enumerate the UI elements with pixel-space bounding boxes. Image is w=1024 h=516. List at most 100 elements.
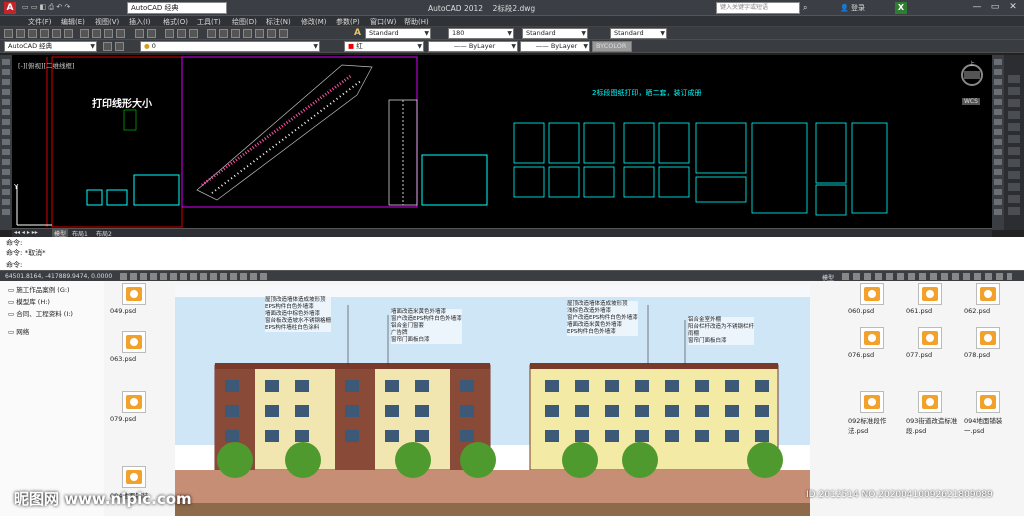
menu-format[interactable]: 格式(O) xyxy=(163,17,188,27)
sheet-set-icon[interactable] xyxy=(243,29,252,38)
close-icon[interactable]: ✕ xyxy=(1004,1,1022,14)
properties-icon[interactable] xyxy=(207,29,216,38)
nav-item-network[interactable]: ▭ 网络 xyxy=(8,326,29,336)
command-window[interactable]: 命令: 命令: *取消* 命令: xyxy=(0,237,1024,270)
image-preview[interactable]: 屋顶改造墙体造成坡形顶 EPS构件白色外墙漆 墙面改造中棕色外墙漆 窗台板改造坡水不锈… xyxy=(175,285,810,516)
psd-file-icon xyxy=(860,283,884,305)
layer-select[interactable]: ● 0 ▼ xyxy=(140,41,320,52)
psd-file-icon xyxy=(918,391,942,413)
view-tools-icons[interactable] xyxy=(1008,75,1020,215)
tab-nav-arrows[interactable]: ◂◂ ◂ ▸ ▸▸ xyxy=(14,229,38,236)
minimize-icon[interactable]: — xyxy=(968,1,986,14)
pan-icon[interactable] xyxy=(165,29,174,38)
table-style-value: Standard xyxy=(614,29,644,37)
file-item[interactable]: 076.psd xyxy=(848,327,900,359)
ucs-y-label: Y xyxy=(14,183,19,191)
menu-draw[interactable]: 绘图(D) xyxy=(232,17,257,27)
file-item[interactable]: 049.psd xyxy=(110,283,162,315)
paste-icon[interactable] xyxy=(104,29,113,38)
dim-value-select[interactable]: 180 ▼ xyxy=(448,28,514,39)
menu-dimension[interactable]: 标注(N) xyxy=(266,17,291,27)
layer-value: 0 xyxy=(151,42,156,50)
linetype-select[interactable]: —— ByLayer ▼ xyxy=(428,41,518,52)
workspace-combo[interactable]: AutoCAD 经典 ▼ xyxy=(4,41,97,52)
modify-tools-icons[interactable] xyxy=(994,59,1002,219)
binoculars-icon[interactable]: ⌕ xyxy=(803,3,807,13)
draw-tools-icons[interactable] xyxy=(2,59,10,219)
markup-icon[interactable] xyxy=(255,29,264,38)
help-icon[interactable] xyxy=(279,29,288,38)
menu-view[interactable]: 视图(V) xyxy=(95,17,119,27)
modify-toolbar xyxy=(992,55,1004,230)
menu-parametric[interactable]: 参数(P) xyxy=(336,17,360,27)
file-item[interactable]: 093街道改造标准段.psd xyxy=(906,391,958,435)
exchange-icon[interactable]: X xyxy=(895,2,907,14)
tool-palettes-icon[interactable] xyxy=(231,29,240,38)
drawing-svg xyxy=(16,56,983,228)
file-item[interactable]: 079.psd xyxy=(110,391,162,423)
login-button[interactable]: 👤 登录 xyxy=(840,3,865,13)
quick-access-toolbar[interactable]: ▭ ▭ ◧ ⎙ ↶ ↷ xyxy=(22,3,70,12)
dim-style-select[interactable]: Standard ▼ xyxy=(522,28,588,39)
publish-icon[interactable] xyxy=(64,29,73,38)
undo-icon[interactable] xyxy=(135,29,144,38)
file-item[interactable]: 077.psd xyxy=(906,327,958,359)
zoom-icon[interactable] xyxy=(177,29,186,38)
navigation-pane: ▭ 施工作品案例 (G:) ▭ 模型库 (H:) ▭ 合同、工程资料 (I:) … xyxy=(0,281,104,516)
search-input[interactable]: 键入关键字或短语 xyxy=(716,2,800,14)
file-item[interactable]: 092标准段作法.psd xyxy=(848,391,900,435)
file-item[interactable]: 094地面铺装一.psd xyxy=(964,391,1016,435)
psd-file-icon xyxy=(918,327,942,349)
autocad-logo-icon[interactable]: A xyxy=(4,2,16,14)
command-prompt[interactable]: 命令: xyxy=(6,260,22,270)
file-item[interactable]: 060.psd xyxy=(848,283,900,315)
viewcube-top[interactable]: 上 xyxy=(969,59,975,68)
menu-window[interactable]: 窗口(W) xyxy=(370,17,396,27)
zoom-previous-icon[interactable] xyxy=(189,29,198,38)
quickcalc-icon[interactable] xyxy=(267,29,276,38)
callouts-left: 屋顶改造墙体造成坡形顶 EPS构件白色外墙漆 墙面改造中棕色外墙漆 窗台板改造坡水不锈… xyxy=(265,297,332,332)
file-item[interactable]: 063.psd xyxy=(110,331,162,363)
copy-icon[interactable] xyxy=(92,29,101,38)
vertical-scrollbar[interactable] xyxy=(1004,55,1024,230)
cut-icon[interactable] xyxy=(80,29,89,38)
menu-file[interactable]: 文件(F) xyxy=(28,17,52,27)
new-icon[interactable] xyxy=(4,29,13,38)
file-item[interactable]: 078.psd xyxy=(964,327,1016,359)
file-explorer: ▭ 施工作品案例 (G:) ▭ 模型库 (H:) ▭ 合同、工程资料 (I:) … xyxy=(0,281,1024,516)
psd-file-icon xyxy=(122,331,146,353)
workspace-select[interactable]: AutoCAD 经典 xyxy=(127,2,227,14)
menu-tools[interactable]: 工具(T) xyxy=(197,17,221,27)
text-style-select[interactable]: Standard ▼ xyxy=(365,28,431,39)
menu-insert[interactable]: 插入(I) xyxy=(129,17,151,27)
layer-previous-icon[interactable] xyxy=(115,42,124,51)
lineweight-select[interactable]: —— ByLayer ▼ xyxy=(520,41,590,52)
nav-item-drive-i[interactable]: ▭ 合同、工程资料 (I:) xyxy=(8,308,73,318)
preview-icon[interactable] xyxy=(52,29,61,38)
file-item[interactable]: 061.psd xyxy=(906,283,958,315)
drawing-canvas[interactable]: [-][俯视][二维线框] 打印线形大小 2标段图纸打印，晒二套，装订成册 WC… xyxy=(12,55,992,228)
layer-manager-icon[interactable] xyxy=(103,42,112,51)
menu-help[interactable]: 帮助(H) xyxy=(404,17,429,27)
nav-item-drive-h[interactable]: ▭ 模型库 (H:) xyxy=(8,296,50,306)
menu-edit[interactable]: 编辑(E) xyxy=(61,17,85,27)
text-style-icon: A xyxy=(354,28,361,38)
status-bar: 64501.8164, -417889.9474, 0.0000 模型 xyxy=(0,270,1024,282)
menu-modify[interactable]: 修改(M) xyxy=(301,17,327,27)
drafting-toggles[interactable] xyxy=(120,273,270,280)
open-icon[interactable] xyxy=(16,29,25,38)
nav-item-drive-g[interactable]: ▭ 施工作品案例 (G:) xyxy=(8,284,70,294)
plotstyle-select[interactable]: BYCOLOR xyxy=(592,41,632,52)
file-item[interactable]: 062.psd xyxy=(964,283,1016,315)
maximize-icon[interactable]: ▭ xyxy=(986,1,1004,14)
save-icon[interactable] xyxy=(28,29,37,38)
print-icon[interactable] xyxy=(40,29,49,38)
viewport-label[interactable]: [-][俯视][二维线框] xyxy=(18,60,75,70)
design-center-icon[interactable] xyxy=(219,29,228,38)
match-properties-icon[interactable] xyxy=(116,29,125,38)
redo-icon[interactable] xyxy=(147,29,156,38)
table-style-select[interactable]: Standard ▼ xyxy=(610,28,667,39)
wcs-menu[interactable]: WCS xyxy=(962,98,980,105)
color-select[interactable]: ■ 红 ▼ xyxy=(344,41,424,52)
status-tray-icons[interactable] xyxy=(842,273,1012,280)
